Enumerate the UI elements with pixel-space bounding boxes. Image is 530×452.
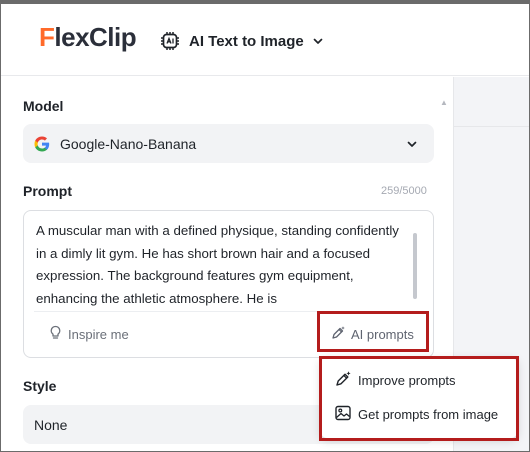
top-header: FlexClip AI Text to Image — [1, 4, 529, 76]
prompt-text[interactable]: A muscular man with a defined physique, … — [36, 220, 408, 308]
ai-chip-icon — [159, 30, 181, 52]
inspire-me-label: Inspire me — [68, 326, 129, 342]
prompt-char-counter: 259/5000 — [381, 185, 427, 197]
flexclip-logo[interactable]: FlexClip — [39, 22, 137, 53]
lightbulb-icon — [48, 325, 63, 343]
style-label: Style — [23, 378, 57, 394]
google-icon — [34, 136, 50, 152]
logo-rest: lexClip — [54, 22, 137, 52]
chevron-down-icon — [312, 35, 324, 47]
highlight-box-ai-prompts — [317, 311, 429, 352]
model-selected-value: Google-Nano-Banana — [60, 135, 197, 152]
style-selected-value: None — [34, 416, 68, 433]
prompt-scrollbar[interactable] — [413, 233, 417, 299]
screenshot-frame: FlexClip AI Text to Image ▲ Model Google… — [0, 0, 530, 452]
chevron-down-icon — [406, 137, 418, 155]
model-select[interactable]: Google-Nano-Banana — [23, 124, 434, 163]
tool-label: AI Text to Image — [189, 32, 304, 50]
tool-selector[interactable]: AI Text to Image — [159, 28, 324, 54]
inspire-me-button[interactable]: Inspire me — [48, 325, 129, 343]
prompt-label: Prompt — [23, 183, 72, 199]
scroll-up-arrow[interactable]: ▲ — [440, 98, 448, 107]
model-label: Model — [23, 98, 64, 114]
logo-prefix: F — [39, 22, 55, 52]
highlight-box-menu — [319, 356, 519, 441]
canvas-toolbar — [454, 77, 529, 127]
